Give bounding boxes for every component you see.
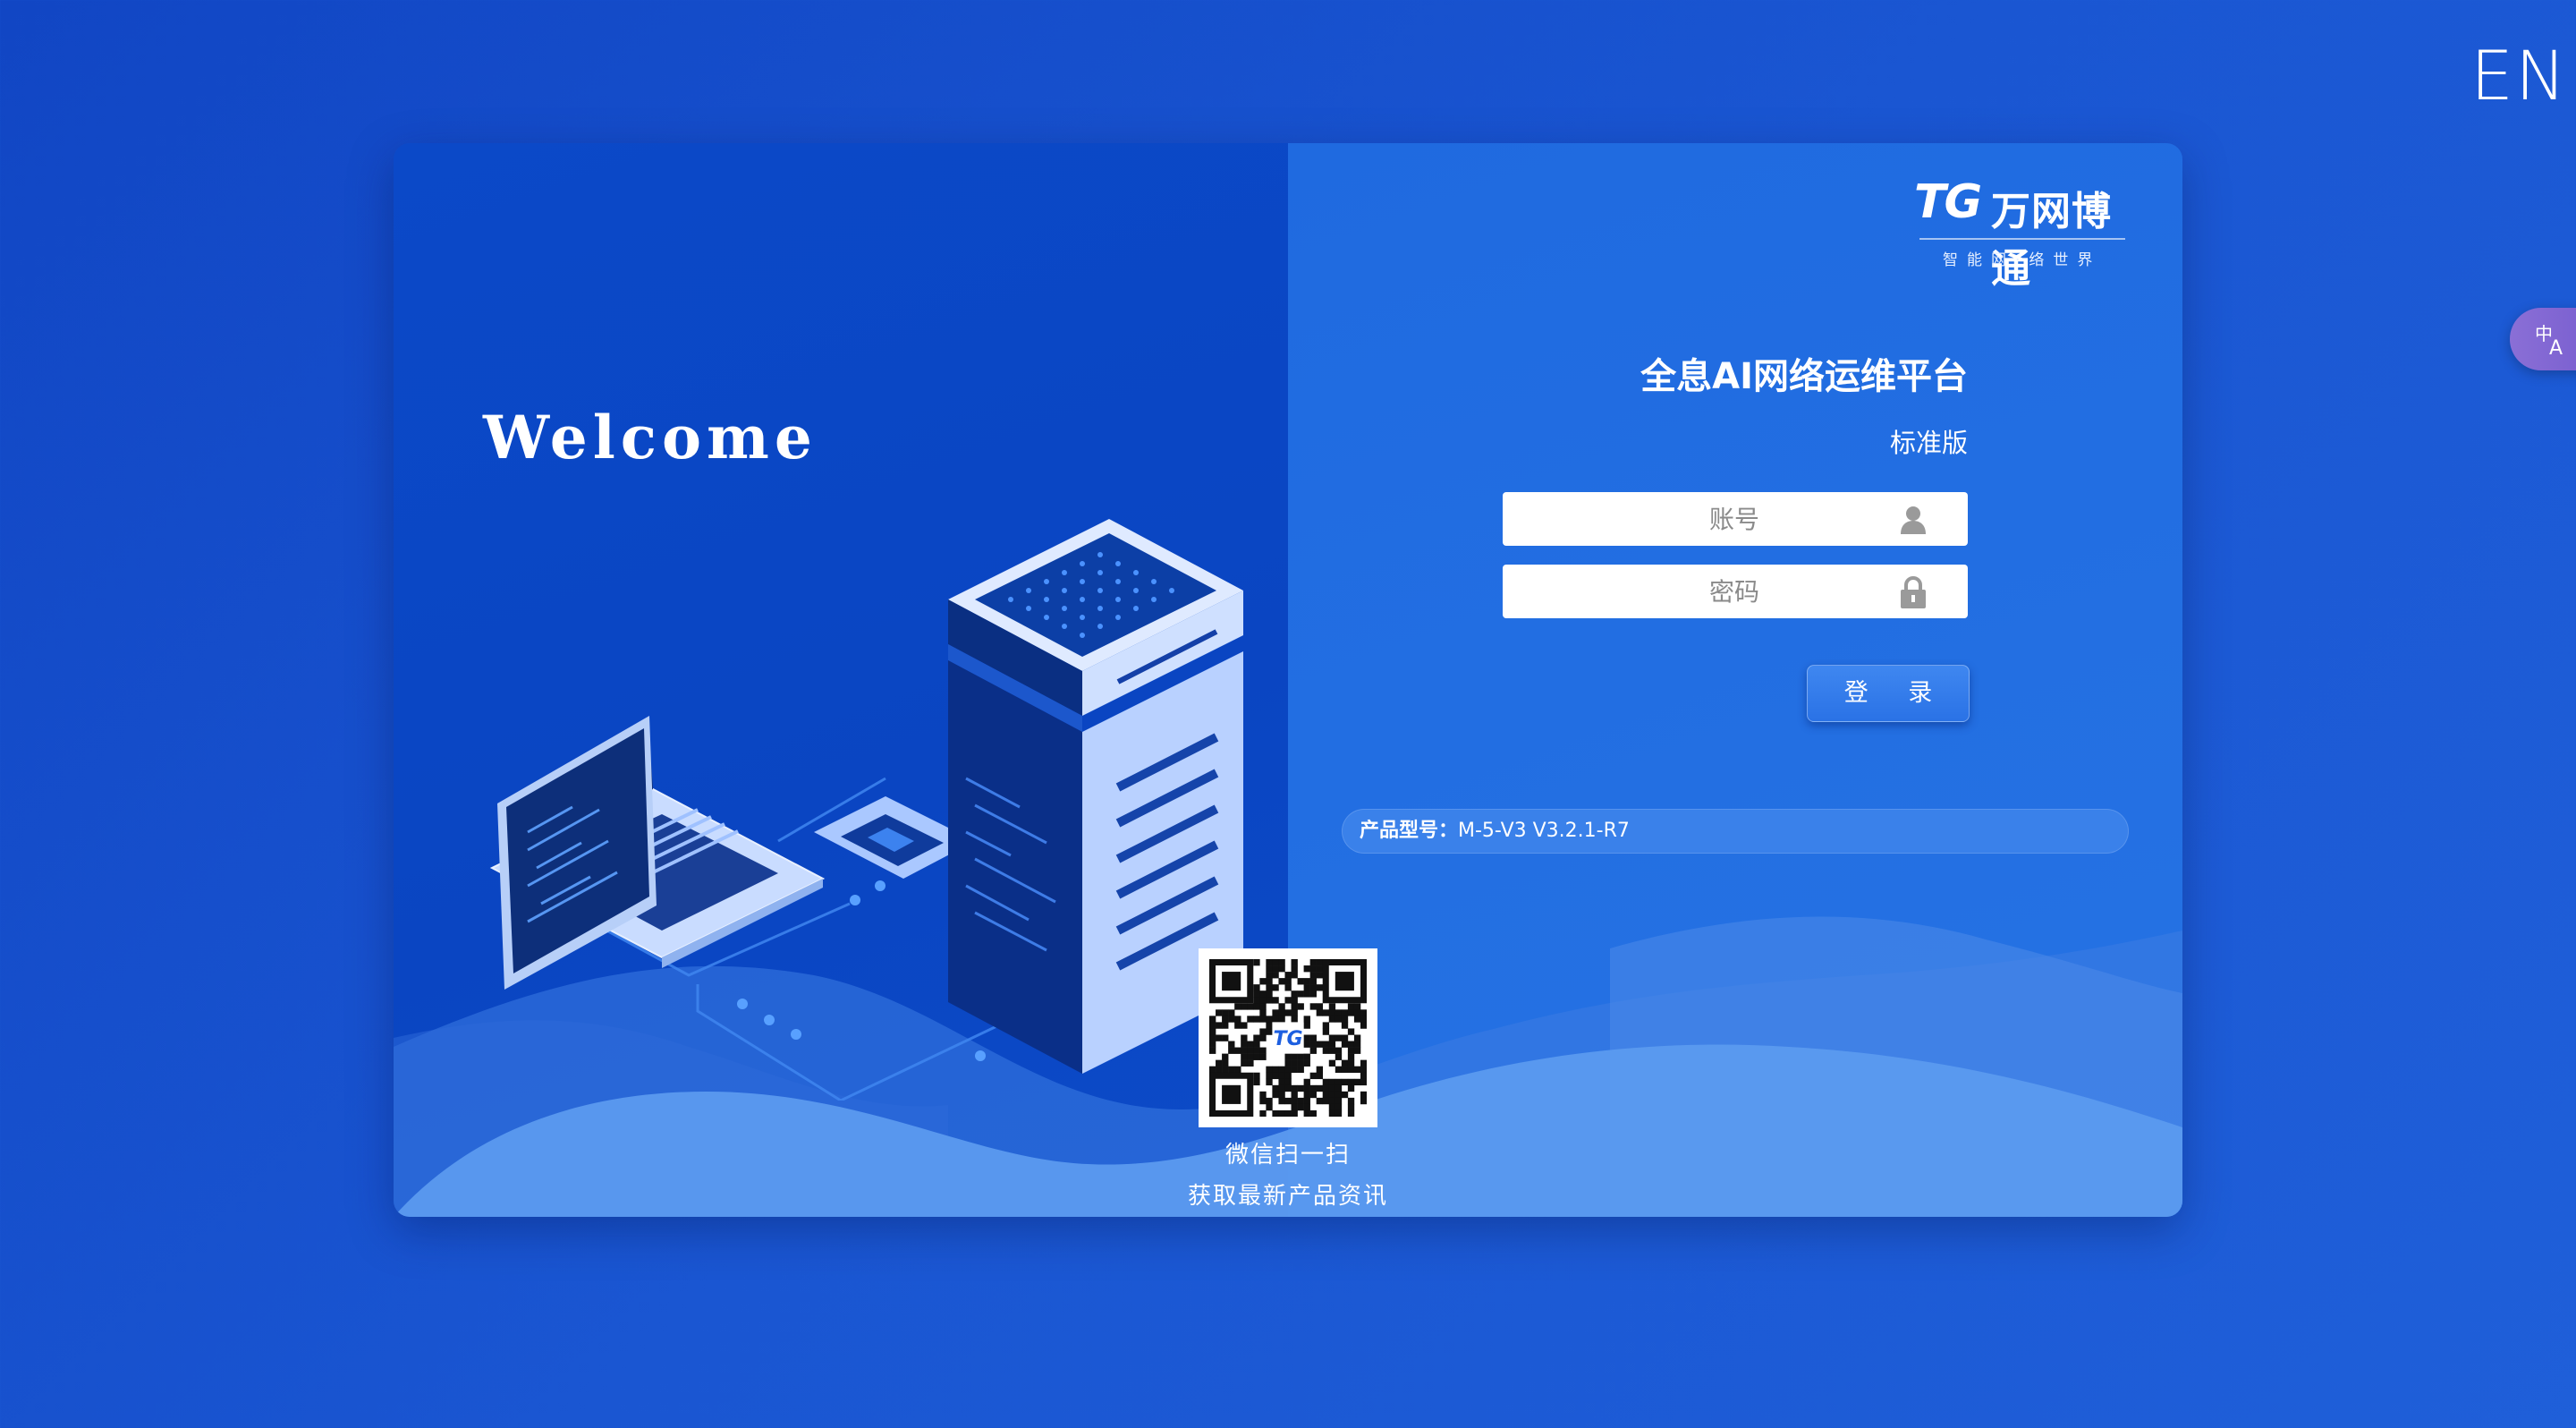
login-button[interactable]: 登 录	[1807, 665, 1970, 722]
server-laptop-illustration	[489, 519, 1243, 1101]
logo-mark: TG	[1914, 175, 1982, 229]
lock-icon	[1901, 576, 1926, 608]
logo-divider	[1919, 238, 2125, 240]
platform-title: 全息AI网络运维平台	[1640, 356, 1968, 397]
product-model-bar: 产品型号：M-5-V3 V3.2.1-R7	[1342, 809, 2129, 854]
qr-caption-scan: 微信扫一扫	[1224, 1142, 1351, 1169]
password-field	[1503, 565, 1968, 618]
qr-caption-news: 获取最新产品资讯	[1187, 1183, 1388, 1210]
product-model-label: 产品型号：	[1360, 820, 1459, 842]
edition-label: 标准版	[1889, 428, 1968, 458]
login-card: Welcome TG 万网博通 智能网·络世界 全息AI网络运维平台 标准版 账…	[394, 143, 2182, 1217]
login-panel	[1288, 143, 2182, 1217]
qr-center-logo: TG	[1273, 1028, 1302, 1050]
password-input[interactable]	[1503, 565, 1878, 618]
translate-icon: 中 A	[2535, 323, 2563, 358]
language-switch-en[interactable]: EN	[2470, 36, 2566, 116]
account-input[interactable]	[1503, 492, 1878, 546]
brand-logo: TG 万网博通 智能网·络世界	[1914, 175, 2147, 292]
product-model-value: M-5-V3 V3.2.1-R7	[1458, 820, 1630, 842]
account-field	[1503, 492, 1968, 546]
qr-code-image: TG	[1209, 959, 1367, 1117]
user-icon	[1901, 506, 1926, 534]
svg-text:A: A	[2549, 337, 2563, 358]
brand-name: 万网博通	[1991, 189, 2112, 292]
wechat-qr-code: TG	[1199, 948, 1377, 1127]
brand-slogan: 智能网·络世界	[1943, 251, 2102, 269]
translate-button[interactable]: 中 A	[2510, 308, 2576, 370]
